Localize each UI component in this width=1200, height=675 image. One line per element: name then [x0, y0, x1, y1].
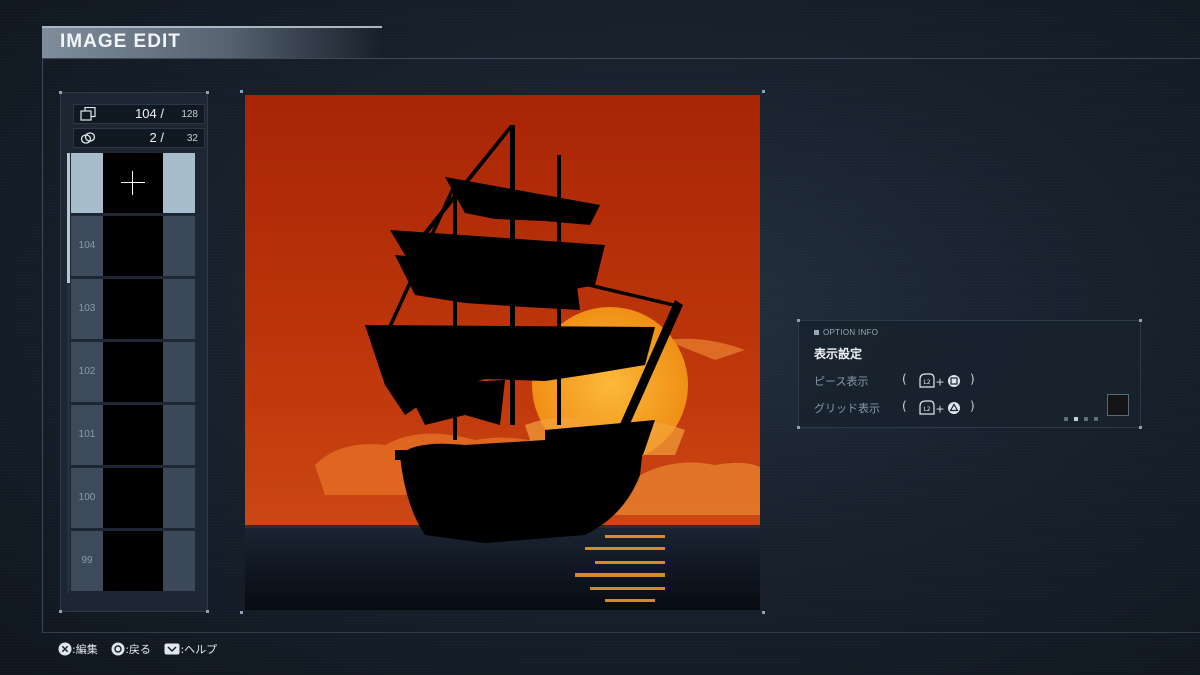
link-icon	[80, 132, 96, 144]
plus-icon	[132, 171, 133, 195]
svg-text:+: +	[935, 376, 944, 389]
svg-text:+: +	[935, 403, 944, 416]
grid-display-row[interactable]: グリッド表示 ( L2 + )	[814, 394, 1134, 421]
slot-number: 100	[78, 492, 96, 503]
piece-display-label: ピース表示	[814, 375, 869, 388]
slot-add-new[interactable]	[71, 153, 195, 213]
slot-row[interactable]: 104	[71, 216, 195, 276]
slot-scrollbar-thumb[interactable]	[67, 153, 70, 283]
l2-square-combo-icon: L2 +	[919, 373, 960, 389]
panel-corner	[206, 610, 209, 613]
cross-button-icon	[58, 642, 72, 656]
slot-scrollbar[interactable]	[67, 153, 70, 593]
group-count-max: 32	[186, 133, 198, 144]
slot-number: 99	[81, 555, 93, 566]
edit-hint[interactable]: :編集	[58, 641, 98, 657]
grid-display-label: グリッド表示	[814, 402, 880, 415]
panel-corner	[59, 610, 62, 613]
footer-divider	[42, 632, 1200, 633]
slot-number	[71, 153, 103, 213]
slot-thumbnail	[103, 531, 163, 591]
slot-thumbnail	[103, 216, 163, 276]
l2-triangle-combo-icon: L2 +	[919, 400, 960, 416]
slot-row[interactable]: 103	[71, 279, 195, 339]
svg-text:L2: L2	[923, 406, 930, 413]
slot-thumbnail	[103, 405, 163, 465]
panel-corner	[206, 91, 209, 94]
option-info-panel: OPTION INFO 表示設定 ピース表示 ( L2 + ) グリッド表示 (…	[797, 319, 1142, 429]
svg-text:L2: L2	[923, 379, 930, 386]
slot-thumbnail	[103, 153, 163, 213]
slot-number: 103	[78, 303, 96, 314]
slot-list: 104 103 102 101 100 99	[71, 153, 195, 594]
piece-count-counter: 104 / 128	[73, 104, 205, 124]
slot-thumbnail	[103, 279, 163, 339]
slot-number: 101	[78, 429, 96, 440]
slot-thumbnail	[103, 342, 163, 402]
piece-slot-panel: 104 / 128 2 / 32 104 103 102 101 100 99	[59, 91, 209, 613]
display-settings-title: 表示設定	[814, 347, 863, 361]
layers-icon	[80, 107, 96, 121]
piece-count-value: 104 /	[135, 106, 164, 121]
group-count-counter: 2 / 32	[73, 128, 205, 148]
slot-number: 102	[78, 366, 96, 377]
header-tab: IMAGE EDIT	[42, 26, 382, 58]
square-bullet-icon	[814, 330, 819, 335]
panel-corner	[59, 91, 62, 94]
image-canvas[interactable]	[245, 95, 760, 610]
slot-row[interactable]: 99	[71, 531, 195, 591]
slot-row[interactable]: 102	[71, 342, 195, 402]
pirate-ship-artwork	[245, 95, 760, 610]
canvas-frame	[240, 90, 765, 614]
button-hints: :編集 :戻る :ヘルプ	[58, 641, 227, 659]
page-title: IMAGE EDIT	[60, 31, 181, 52]
circle-button-icon	[111, 642, 125, 656]
help-hint[interactable]: :ヘルプ	[164, 641, 217, 657]
grid-level-indicator	[1064, 406, 1104, 425]
back-hint[interactable]: :戻る	[111, 641, 151, 657]
slot-row[interactable]: 100	[71, 468, 195, 528]
grid-color-swatch[interactable]	[1107, 394, 1129, 416]
slot-thumbnail	[103, 468, 163, 528]
plus-icon	[121, 182, 145, 183]
group-count-value: 2 /	[149, 130, 164, 145]
piece-display-row[interactable]: ピース表示 ( L2 + )	[814, 371, 1134, 391]
slot-row[interactable]: 101	[71, 405, 195, 465]
option-info-heading: OPTION INFO	[814, 328, 878, 337]
touchpad-button-icon	[164, 643, 180, 655]
slot-number: 104	[78, 240, 96, 251]
piece-count-max: 128	[181, 109, 198, 120]
